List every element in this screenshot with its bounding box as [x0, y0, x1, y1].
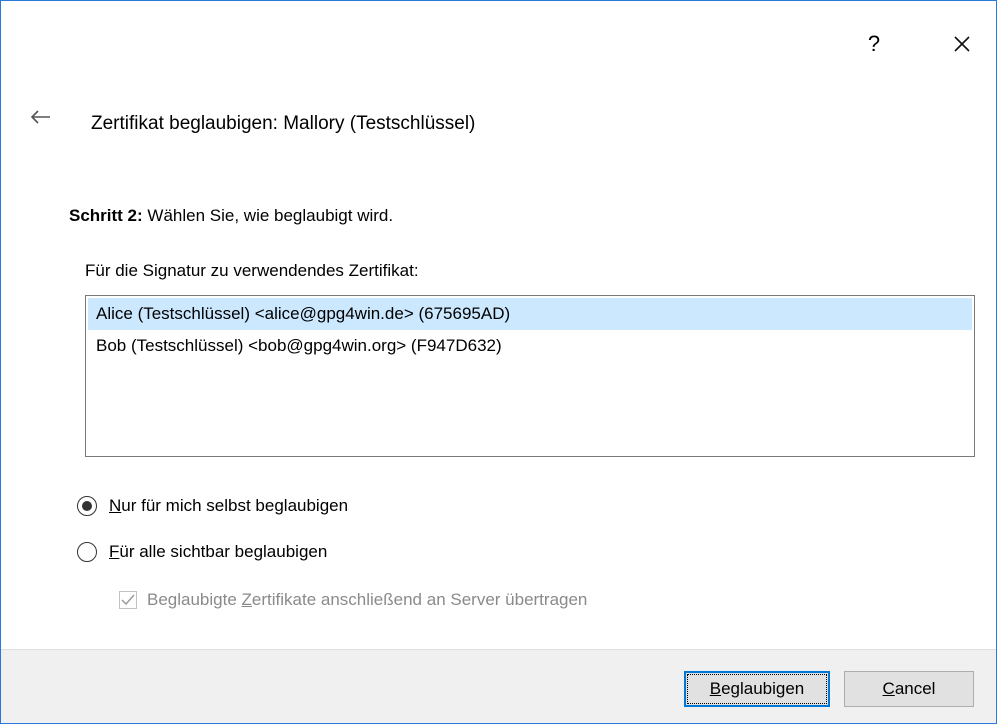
- button-bar: Beglaubigen Cancel: [1, 649, 996, 723]
- radio-certify-public[interactable]: Für alle sichtbar beglaubigen: [77, 542, 327, 562]
- cancel-button[interactable]: Cancel: [844, 671, 974, 707]
- step-description: Wählen Sie, wie beglaubigt wird.: [142, 206, 394, 225]
- upload-to-server-label: Beglaubigte Zertifikate anschließend an …: [147, 590, 588, 609]
- radio-certify-public-label: Für alle sichtbar beglaubigen: [109, 542, 328, 561]
- certify-button[interactable]: Beglaubigen: [684, 671, 830, 707]
- certificate-list-label: Für die Signatur zu verwendendes Zertifi…: [85, 261, 419, 280]
- page-title: Zertifikat beglaubigen: Mallory (Testsch…: [91, 113, 476, 134]
- checkmark-icon: [121, 594, 135, 606]
- radio-certify-local-label: Nur für mich selbst beglaubigen: [109, 496, 349, 515]
- checkbox[interactable]: [119, 591, 137, 609]
- certify-dialog: ? Zertifikat beglaubigen: Mallory (Tests…: [0, 0, 997, 724]
- close-button[interactable]: [927, 19, 996, 69]
- help-button[interactable]: ?: [839, 19, 909, 69]
- back-button[interactable]: [25, 105, 55, 129]
- back-arrow-icon: [30, 110, 50, 124]
- radio-certify-local[interactable]: Nur für mich selbst beglaubigen: [77, 496, 348, 516]
- step-label: Schritt 2:: [69, 206, 143, 225]
- radio-button-checked[interactable]: [77, 496, 97, 516]
- list-item[interactable]: Alice (Testschlüssel) <alice@gpg4win.de>…: [88, 298, 972, 330]
- upload-to-server-checkbox[interactable]: Beglaubigte Zertifikate anschließend an …: [119, 590, 587, 610]
- certificate-list[interactable]: Alice (Testschlüssel) <alice@gpg4win.de>…: [85, 295, 975, 457]
- list-item[interactable]: Bob (Testschlüssel) <bob@gpg4win.org> (F…: [88, 330, 972, 362]
- close-icon: [954, 36, 970, 52]
- radio-button-unchecked[interactable]: [77, 542, 97, 562]
- step-instruction: Schritt 2: Wählen Sie, wie beglaubigt wi…: [69, 206, 393, 226]
